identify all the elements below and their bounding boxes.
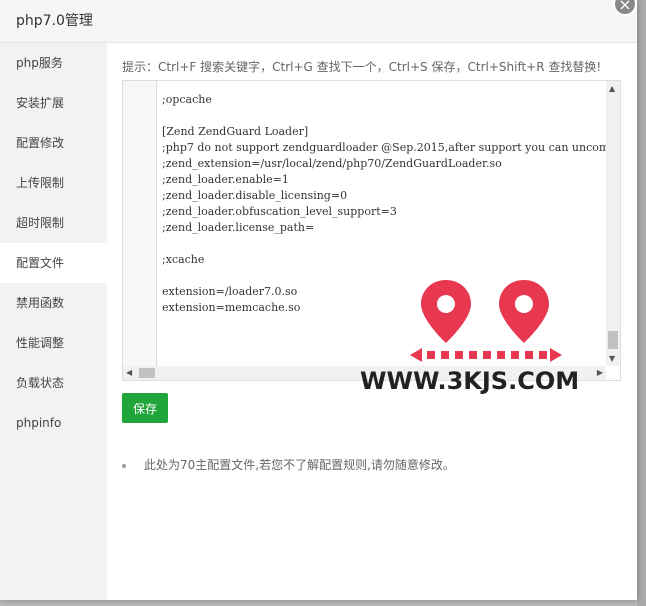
- code-text: ;zend_extension=/usr/local/zend/php70/Ze…: [162, 157, 502, 170]
- code-line: 1924;opcache: [157, 92, 606, 108]
- sidebar-item-timeout-limit[interactable]: 超时限制: [0, 203, 107, 243]
- code-line: 1934;xcache: [157, 252, 606, 268]
- code-text: ;zend_loader.disable_licensing=0: [162, 189, 348, 202]
- sidebar-item-config-edit[interactable]: 配置修改: [0, 123, 107, 163]
- watermark-text: WWW.3KJS.COM: [360, 367, 580, 395]
- code-text: extension=/loader7.0.so: [162, 285, 298, 298]
- code-text: extension=memcache.so: [162, 301, 301, 314]
- dialog-title: php7.0管理: [16, 13, 93, 29]
- config-note-text: 此处为70主配置文件,若您不了解配置规则,请勿随意修改。: [144, 458, 455, 472]
- background-edge: [637, 0, 646, 606]
- code-text: ;zend_loader.obfuscation_level_support=3: [162, 205, 397, 218]
- code-line: 1929;zend_loader.enable=1: [157, 172, 606, 188]
- code-text: ;opcache: [162, 93, 212, 106]
- code-text: ;zend_loader.license_path=: [162, 221, 315, 234]
- code-text: [Zend ZendGuard Loader]: [162, 125, 309, 138]
- code-line: 1930;zend_loader.disable_licensing=0: [157, 188, 606, 204]
- sidebar-item-upload-limit[interactable]: 上传限制: [0, 163, 107, 203]
- code-line: 1927;php7 do not support zendguardloader…: [157, 140, 606, 156]
- sidebar-item-config-file[interactable]: 配置文件: [0, 243, 107, 283]
- code-line: 1932;zend_loader.license_path=: [157, 220, 606, 236]
- watermark-graphic: [410, 280, 562, 362]
- sidebar: php服务 安装扩展 配置修改 上传限制 超时限制 配置文件 禁用函数 性能调整…: [0, 43, 107, 600]
- code-text: ;xcache: [162, 253, 205, 266]
- code-line: 1928;zend_extension=/usr/local/zend/php7…: [157, 156, 606, 172]
- code-line: 1933: [157, 236, 606, 252]
- watermark: WWW.3KJS.COM: [354, 275, 618, 410]
- code-text: ;zend_loader.enable=1: [162, 173, 289, 186]
- save-button[interactable]: 保存: [122, 393, 168, 423]
- sidebar-item-load-status[interactable]: 负载状态: [0, 363, 107, 403]
- sidebar-item-install-extensions[interactable]: 安装扩展: [0, 83, 107, 123]
- line-number-gutter: [123, 81, 157, 380]
- scroll-up-icon[interactable]: ▲: [609, 84, 615, 93]
- code-line: 1926[Zend ZendGuard Loader]: [157, 124, 606, 140]
- map-pin-icon: [421, 280, 471, 343]
- code-text: ;php7 do not support zendguardloader @Se…: [162, 141, 606, 154]
- sidebar-item-php-service[interactable]: php服务: [0, 43, 107, 83]
- scroll-left-icon[interactable]: ◀: [126, 368, 132, 377]
- config-note: 此处为70主配置文件,若您不了解配置规则,请勿随意修改。: [122, 456, 455, 473]
- shortcut-tip: 提示：Ctrl+F 搜索关键字，Ctrl+G 查找下一个，Ctrl+S 保存，C…: [122, 60, 602, 74]
- sidebar-item-performance[interactable]: 性能调整: [0, 323, 107, 363]
- code-line: 1923: [157, 81, 606, 92]
- horizontal-scroll-thumb[interactable]: [139, 368, 155, 378]
- dialog-titlebar: php7.0管理: [0, 0, 637, 43]
- code-line: 1925: [157, 108, 606, 124]
- sidebar-item-phpinfo[interactable]: phpinfo: [0, 403, 107, 443]
- bullet-icon: [122, 463, 126, 468]
- code-line: 1931;zend_loader.obfuscation_level_suppo…: [157, 204, 606, 220]
- map-pin-icon: [499, 280, 549, 343]
- sidebar-item-disabled-functions[interactable]: 禁用函数: [0, 283, 107, 323]
- double-arrow-icon: [410, 348, 562, 362]
